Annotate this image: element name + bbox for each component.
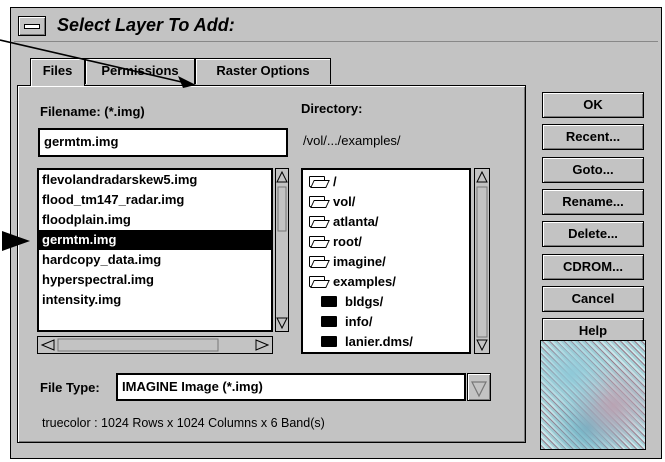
title-bar: Select Layer To Add:: [14, 11, 658, 42]
file-list-item[interactable]: flood_tm147_radar.img: [39, 190, 271, 210]
file-list-item-selected[interactable]: germtm.img: [39, 230, 271, 250]
dir-item[interactable]: imagine/: [309, 252, 469, 272]
folder-closed-icon: [321, 336, 337, 347]
file-type-select[interactable]: IMAGINE Image (*.img): [116, 373, 466, 401]
dir-item[interactable]: examples/: [309, 272, 469, 292]
window-menu-button[interactable]: [18, 16, 46, 36]
file-hscroll-arrows: [40, 338, 270, 352]
delete-button[interactable]: Delete...: [542, 221, 644, 247]
minus-icon: [24, 24, 40, 29]
folder-open-icon: [309, 276, 325, 287]
file-type-dropdown-button[interactable]: [467, 373, 491, 401]
rename-button[interactable]: Rename...: [542, 189, 644, 215]
file-list-item[interactable]: intensity.img: [39, 290, 271, 310]
image-info-text: truecolor : 1024 Rows x 1024 Columns x 6…: [42, 416, 325, 430]
folder-open-icon: [309, 216, 325, 227]
folder-closed-icon: [321, 296, 337, 307]
file-list-item[interactable]: flevolandradarskew5.img: [39, 170, 271, 190]
tab-permissions[interactable]: Permissions: [85, 58, 195, 84]
file-scroll-arrows: [276, 170, 288, 330]
dir-item[interactable]: root/: [309, 232, 469, 252]
directory-vscrollbar[interactable]: [474, 168, 490, 354]
directory-path: /vol/.../examples/: [303, 133, 401, 148]
file-type-label: File Type:: [40, 380, 100, 395]
file-list[interactable]: flevolandradarskew5.img flood_tm147_rada…: [37, 168, 273, 332]
file-list-item[interactable]: hyperspectral.img: [39, 270, 271, 290]
filename-input[interactable]: germtm.img: [38, 128, 288, 157]
goto-button[interactable]: Goto...: [542, 157, 644, 183]
dir-item[interactable]: info/: [309, 312, 469, 332]
folder-open-icon: [309, 196, 325, 207]
dir-item[interactable]: vol/: [309, 192, 469, 212]
dir-scroll-arrows: [476, 170, 488, 352]
filename-label: Filename: (*.img): [40, 104, 145, 119]
dir-item[interactable]: bldgs/: [309, 292, 469, 312]
directory-label: Directory:: [301, 101, 363, 116]
ok-button[interactable]: OK: [542, 92, 644, 118]
dir-item[interactable]: atlanta/: [309, 212, 469, 232]
recent-button[interactable]: Recent...: [542, 124, 644, 150]
folder-open-icon: [309, 236, 325, 247]
cancel-button[interactable]: Cancel: [542, 286, 644, 312]
window-title: Select Layer To Add:: [57, 15, 235, 35]
tab-files[interactable]: Files: [30, 58, 85, 86]
folder-open-icon: [309, 256, 325, 267]
file-list-item[interactable]: floodplain.img: [39, 210, 271, 230]
folder-open-icon: [309, 176, 325, 187]
file-list-item[interactable]: hardcopy_data.img: [39, 250, 271, 270]
file-list-hscrollbar[interactable]: [37, 336, 273, 354]
cdrom-button[interactable]: CDROM...: [542, 254, 644, 280]
directory-list[interactable]: / vol/ atlanta/ root/ imagine/ examples/…: [301, 168, 471, 354]
dir-item[interactable]: lanier.dms/: [309, 332, 469, 352]
dir-item[interactable]: /: [309, 172, 469, 192]
image-preview-thumbnail: [540, 340, 646, 450]
chevron-down-icon: [471, 381, 487, 398]
file-list-vscrollbar[interactable]: [275, 168, 289, 332]
folder-closed-icon: [321, 316, 337, 327]
tab-raster-options[interactable]: Raster Options: [195, 58, 331, 84]
